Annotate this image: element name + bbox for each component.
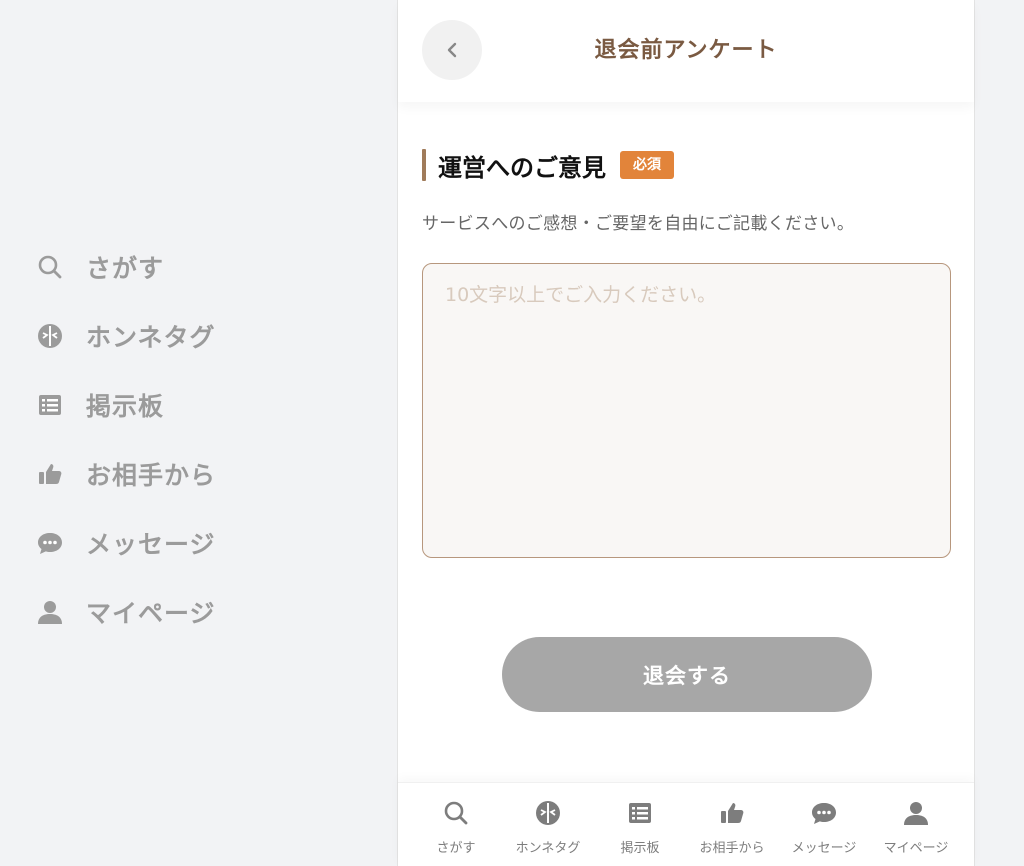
page-title: 退会前アンケート: [594, 38, 778, 63]
side-nav-label: さがす: [86, 253, 165, 283]
search-icon: [36, 253, 64, 281]
tab-message[interactable]: メッセージ: [780, 783, 868, 866]
section-title: 運営へのご意見: [438, 153, 606, 182]
side-nav-label: マイページ: [86, 598, 216, 628]
side-nav-label: メッセージ: [86, 529, 216, 559]
person-icon: [36, 598, 64, 626]
thumbs-up-icon: [36, 460, 64, 488]
opinion-textarea[interactable]: [422, 263, 951, 558]
side-nav-item-message[interactable]: メッセージ: [36, 508, 336, 577]
side-nav-item-board[interactable]: 掲示板: [36, 370, 336, 439]
tab-label: マイページ: [883, 841, 949, 856]
chat-bubble-icon: [810, 799, 838, 831]
tab-label: 掲示板: [620, 841, 660, 856]
chat-bubble-icon: [36, 529, 64, 557]
side-nav-item-from-partner[interactable]: お相手から: [36, 439, 336, 508]
tab-board[interactable]: 掲示板: [596, 783, 684, 866]
withdraw-button[interactable]: 退会する: [502, 637, 872, 712]
board-list-icon: [626, 799, 654, 831]
page-header: 退会前アンケート: [398, 0, 974, 102]
side-nav-item-honne-tag[interactable]: ホンネタグ: [36, 301, 336, 370]
side-navigation: さがす ホンネタグ 掲示板 お相手から メッセージ マイページ: [36, 232, 336, 646]
board-list-icon: [36, 391, 64, 419]
section-heading: 運営へのご意見 必須: [422, 148, 674, 182]
tab-search[interactable]: さがす: [412, 783, 500, 866]
tab-label: ホンネタグ: [515, 841, 581, 856]
section-description: サービスへのご感想・ご要望を自由にご記載ください。: [422, 214, 855, 234]
tag-circle-icon: [534, 799, 562, 831]
search-icon: [442, 799, 470, 831]
side-nav-label: ホンネタグ: [86, 322, 216, 352]
tab-label: メッセージ: [791, 841, 857, 856]
side-nav-label: お相手から: [86, 460, 217, 490]
tab-label: さがす: [436, 841, 476, 856]
thumbs-up-icon: [718, 799, 746, 831]
tab-mypage[interactable]: マイページ: [872, 783, 960, 866]
side-nav-label: 掲示板: [86, 391, 165, 421]
tab-from-partner[interactable]: お相手から: [688, 783, 776, 866]
side-nav-item-mypage[interactable]: マイページ: [36, 577, 336, 646]
tab-label: お相手から: [699, 841, 765, 856]
person-icon: [902, 799, 930, 831]
tab-honne-tag[interactable]: ホンネタグ: [504, 783, 592, 866]
side-nav-item-search[interactable]: さがす: [36, 232, 336, 301]
bottom-tab-bar: さがす ホンネタグ 掲示板 お相手から メッセージ マイページ: [398, 782, 974, 866]
main-panel: 退会前アンケート 運営へのご意見 必須 サービスへのご感想・ご要望を自由にご記載…: [397, 0, 975, 866]
heading-accent-bar: [422, 149, 426, 181]
required-badge: 必須: [620, 151, 674, 179]
tag-circle-icon: [36, 322, 64, 350]
